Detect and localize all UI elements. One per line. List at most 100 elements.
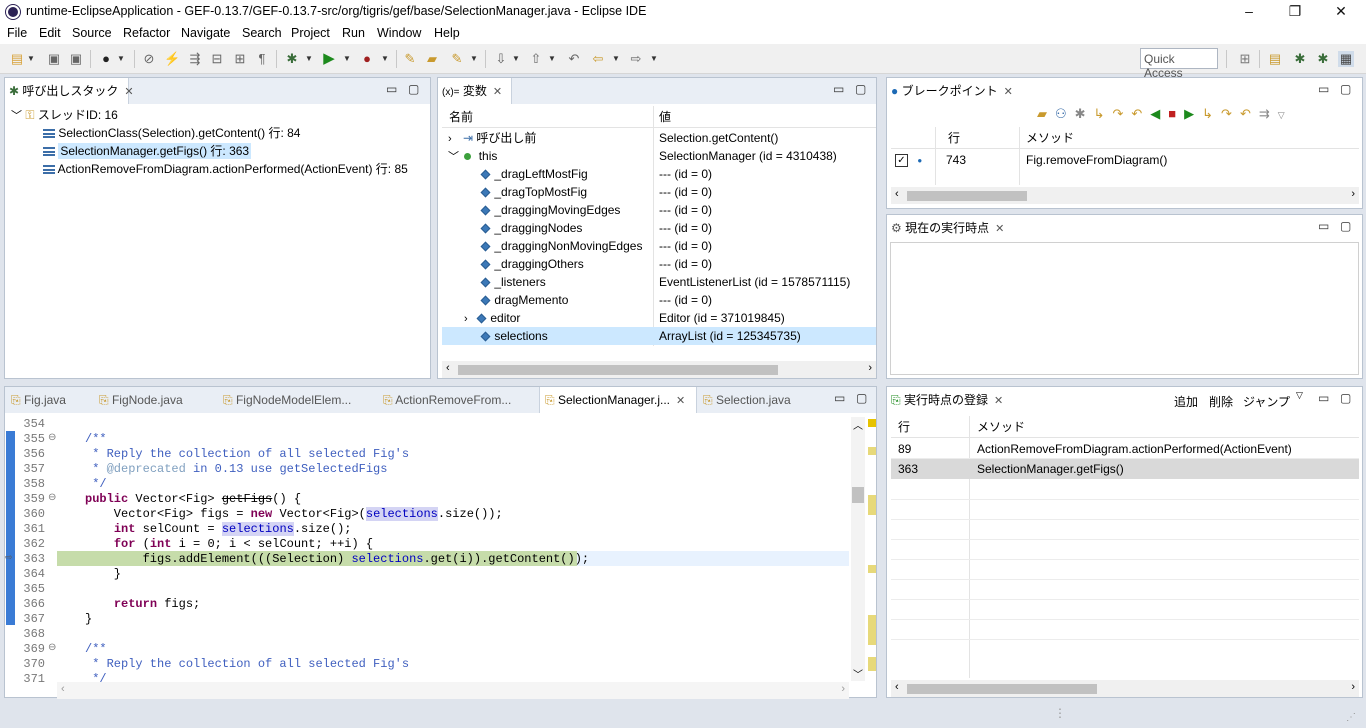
fold-icon[interactable]: ⊖ [48, 432, 56, 443]
open-type-icon[interactable]: ✎ [402, 51, 418, 67]
tab-actionremovefrom[interactable]: ⎘ ActionRemoveFrom... [379, 387, 539, 413]
chevron-right-icon[interactable]: › [448, 133, 452, 145]
open-perspective-icon[interactable]: ⊞ [1237, 51, 1253, 67]
method-column-header[interactable]: メソッド [1026, 127, 1074, 149]
java-ee-perspective-icon[interactable]: ▤ [1267, 51, 1283, 67]
jump-button[interactable]: ジャンプ [1243, 393, 1290, 410]
debug-icon[interactable]: ✱ [284, 51, 300, 67]
variable-row[interactable]: ﹀ this SelectionManager (id = 4310438) [448, 147, 874, 165]
menu-file[interactable]: File [7, 26, 27, 40]
stop-icon[interactable]: ■ [1168, 106, 1184, 121]
code-line-370[interactable]: * Reply the collection of all selected F… [85, 657, 409, 671]
code-line-362[interactable]: for (int i = 0; i < selCount; ++i) { [85, 537, 373, 551]
variable-row[interactable]: _dragLeftMostFig --- (id = 0) [480, 165, 874, 183]
editor-hscrollbar[interactable]: ‹ › [57, 682, 849, 699]
line-column-header[interactable]: 行 [898, 416, 910, 438]
code-line-358[interactable]: */ [85, 477, 106, 491]
back-icon[interactable]: ⇦ [590, 51, 606, 67]
breakpoint-row[interactable]: ✓ ● 743 Fig.removeFromDiagram() [895, 151, 1355, 169]
minimize-view-button[interactable]: ▭ [1318, 219, 1329, 233]
thread-row[interactable]: ﹀ ⚿ スレッドID: 16 [11, 106, 118, 124]
registered-row-selected[interactable]: 363 SelectionManager.getFigs() [891, 459, 1359, 479]
code-line-360[interactable]: Vector<Fig> figs = new Vector<Fig>(selec… [85, 507, 503, 521]
code-line-359[interactable]: public Vector<Fig> getFigs() { [85, 492, 301, 506]
use-step-filters-icon[interactable]: ⊞ [232, 51, 248, 67]
variable-row-selected[interactable]: selections ArrayList (id = 125345735) [442, 327, 876, 345]
maximize-view-button[interactable]: ▢ [855, 82, 866, 96]
close-icon[interactable]: ✕ [995, 223, 1004, 235]
code-line-363[interactable]: figs.addElement(((Selection) selections.… [85, 552, 590, 566]
tab-fignodemodelelem[interactable]: ⎘ FigNodeModelElem... [219, 387, 379, 413]
code-line-369[interactable]: /** [85, 642, 107, 656]
external-tools-icon[interactable]: ● [359, 51, 375, 67]
menu-project[interactable]: Project [291, 26, 330, 40]
link-icon[interactable]: ⚇ [1055, 106, 1075, 121]
skip-breakpoints-icon[interactable]: ⊘ [141, 51, 157, 67]
code-line-357[interactable]: * @deprecated in 0.13 use getSelectedFig… [85, 462, 387, 476]
menu-edit[interactable]: Edit [39, 26, 61, 40]
minimize-view-button[interactable]: ▭ [1318, 82, 1329, 96]
menu-refactor[interactable]: Refactor [123, 26, 170, 40]
new-icon[interactable]: ▤ [9, 51, 25, 67]
prev-annotation-icon[interactable]: ⇧ [528, 51, 544, 67]
step-over2-icon[interactable]: ↷ [1221, 106, 1240, 121]
step-return2-icon[interactable]: ↶ [1240, 106, 1259, 121]
maximize-view-button[interactable]: ▢ [856, 391, 867, 405]
breakpoints-hscrollbar[interactable]: ‹ › [891, 187, 1359, 204]
code-line-361[interactable]: int selCount = selections.size(); [85, 522, 351, 536]
save-all-icon[interactable]: ▣ [68, 51, 84, 67]
variable-row[interactable]: › ⇥ 呼び出し前 Selection.getContent() [448, 129, 874, 147]
value-column-header[interactable]: 値 [659, 106, 671, 128]
minimize-view-button[interactable]: ▭ [834, 391, 845, 405]
line-column-header[interactable]: 行 [948, 127, 960, 149]
expand-icon[interactable]: ⇉ [1259, 106, 1278, 121]
code-line-366[interactable]: return figs; [85, 597, 200, 611]
open-icon[interactable]: ▰ [1037, 106, 1055, 121]
tab-fignode-java[interactable]: ⎘ FigNode.java [97, 387, 215, 413]
fold-icon[interactable]: ⊖ [48, 642, 56, 653]
next-annotation-icon[interactable]: ⇩ [493, 51, 509, 67]
stack-frame[interactable]: ActionRemoveFromDiagram.actionPerformed(… [43, 160, 408, 178]
code-line-367[interactable]: } [85, 612, 92, 626]
view-menu-icon[interactable]: ▽ [1296, 390, 1303, 401]
run-icon[interactable]: ▶ [321, 51, 337, 67]
tab-current-point[interactable]: ⚙ 現在の実行時点 ✕ [887, 215, 1017, 241]
close-icon[interactable]: ✕ [994, 395, 1003, 407]
profile-icon[interactable]: ● [98, 51, 114, 67]
variable-row[interactable]: _draggingMovingEdges --- (id = 0) [480, 201, 874, 219]
minimize-view-button[interactable]: ▭ [386, 82, 397, 96]
open-folder-icon[interactable]: ▰ [424, 51, 440, 67]
variable-row[interactable]: _listeners EventListenerList (id = 157857… [480, 273, 874, 291]
step-return-icon[interactable]: ↶ [1131, 106, 1150, 121]
chevron-right-icon[interactable]: › [464, 310, 478, 328]
code-line-355[interactable]: /** [85, 432, 107, 446]
step-over-icon[interactable]: ↷ [1112, 106, 1131, 121]
maximize-view-button[interactable]: ▢ [1340, 391, 1351, 405]
variable-row[interactable]: _draggingNodes --- (id = 0) [480, 219, 874, 237]
close-button[interactable]: ✕ [1318, 0, 1364, 24]
delete-button[interactable]: 削除 [1209, 393, 1233, 410]
drop-frame-icon[interactable]: ⊟ [209, 51, 225, 67]
close-icon[interactable]: ✕ [124, 86, 133, 98]
maximize-view-button[interactable]: ▢ [1340, 219, 1351, 233]
close-icon[interactable]: ✕ [493, 86, 502, 98]
menu-search[interactable]: Search [242, 26, 282, 40]
run-to-line-icon[interactable]: ↳ [1202, 106, 1221, 121]
variable-row[interactable]: _draggingNonMovingEdges --- (id = 0) [480, 237, 874, 255]
save-icon[interactable]: ▣ [46, 51, 62, 67]
debug-perspective-icon[interactable]: ✱ [1315, 51, 1331, 67]
layout-perspective-icon[interactable]: ▦ [1338, 51, 1354, 67]
step-icon[interactable]: ⇶ [187, 51, 203, 67]
chevron-down-icon[interactable]: ﹀ [448, 151, 459, 163]
maximize-view-button[interactable]: ▢ [1340, 82, 1351, 96]
checkbox[interactable]: ✓ [895, 154, 908, 168]
maximize-view-button[interactable]: ▢ [408, 82, 419, 96]
close-icon[interactable]: ✕ [676, 395, 685, 407]
stack-frame[interactable]: SelectionClass(Selection).getContent() 行… [43, 124, 300, 142]
stack-frame-selected[interactable]: SelectionManager.getFigs() 行: 363 [40, 142, 254, 160]
add-button[interactable]: 追加 [1174, 393, 1198, 410]
menu-source[interactable]: Source [72, 26, 112, 40]
variable-row[interactable]: dragMemento --- (id = 0) [480, 291, 874, 309]
fold-icon[interactable]: ⊖ [48, 492, 56, 503]
step-into-icon[interactable]: ↳ [1094, 106, 1113, 121]
